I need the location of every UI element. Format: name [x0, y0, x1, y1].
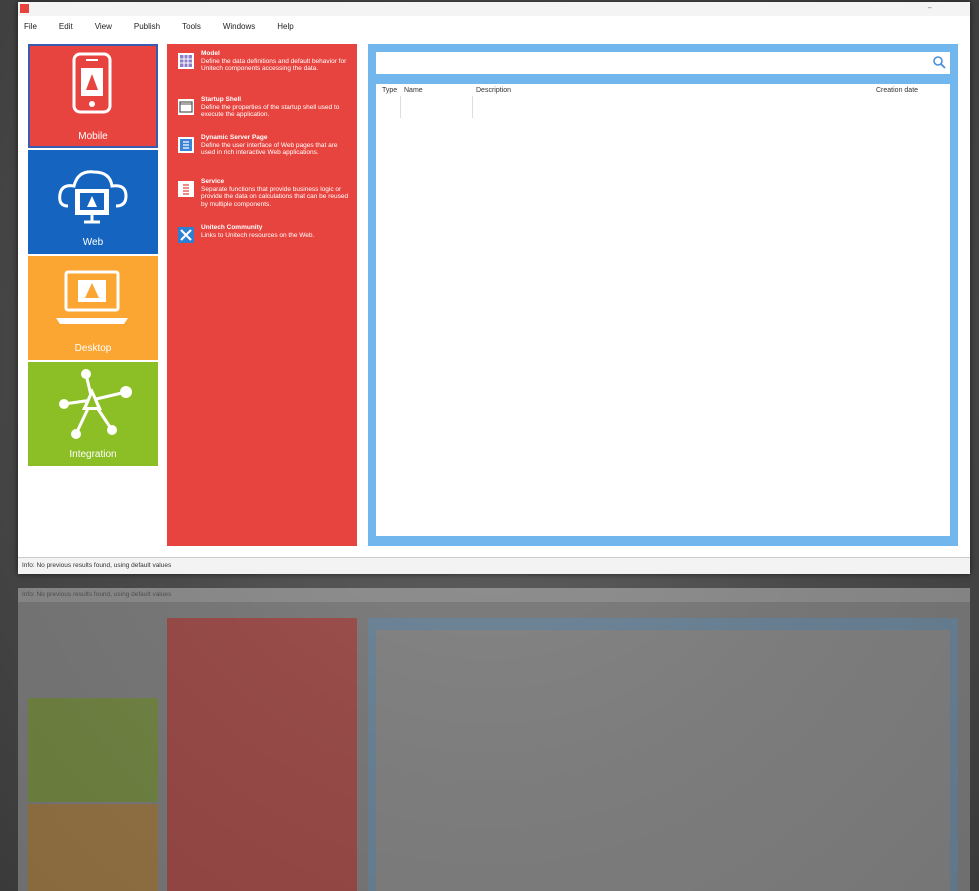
tile-integration[interactable]: Integration: [28, 362, 158, 466]
entry-unitech-community[interactable]: Unitech Community Links to Unitech resou…: [177, 224, 353, 244]
app-logo-icon: [20, 4, 29, 13]
menu-tools[interactable]: Tools: [182, 22, 201, 31]
entry-dsp-desc: Define the user interface of Web pages t…: [201, 141, 338, 157]
menu-file[interactable]: File: [24, 22, 37, 31]
entry-model-desc: Define the data definitions and default …: [201, 57, 347, 73]
dsp-page-icon: [178, 137, 194, 153]
column-description[interactable]: Description: [476, 87, 511, 94]
entry-service-desc: Separate functions that provide business…: [201, 185, 349, 208]
reflection-tile-desktop: [28, 804, 158, 891]
results-panel: Type Name Description Creation date: [368, 44, 958, 546]
model-grid-icon: [178, 53, 194, 69]
column-creation-date[interactable]: Creation date: [876, 87, 918, 94]
window-reflection: Info: No previous results found, using d…: [18, 588, 970, 891]
application-window: – File Edit View Publish Tools Windows H…: [18, 2, 970, 574]
title-bar: –: [18, 2, 970, 16]
entry-startup-shell[interactable]: Startup Shell Define the properties of t…: [177, 96, 353, 119]
column-type[interactable]: Type: [382, 87, 397, 94]
grid-header: Type Name Description Creation date: [376, 84, 950, 96]
entry-community-title: Unitech Community: [201, 224, 263, 231]
entry-dsp-title: Dynamic Server Page: [201, 134, 268, 141]
search-input[interactable]: [376, 52, 950, 74]
status-bar: Info: No previous results found, using d…: [18, 557, 970, 574]
entry-model[interactable]: Model Define the data definitions and de…: [177, 50, 353, 73]
menu-bar: File Edit View Publish Tools Windows Hel…: [18, 16, 970, 36]
reflection-window: [18, 602, 970, 891]
reflection-status-text: Info: No previous results found, using d…: [18, 588, 970, 602]
reflection-blue-panel: [368, 618, 958, 891]
entry-startup-shell-desc: Define the properties of the startup she…: [201, 103, 340, 119]
tile-web-label: Web: [82, 237, 104, 248]
entry-service-title: Service: [201, 178, 225, 185]
entry-dynamic-server-page[interactable]: Dynamic Server Page Define the user inte…: [177, 134, 353, 157]
menu-help[interactable]: Help: [277, 22, 293, 31]
column-divider: [472, 96, 473, 118]
menu-publish[interactable]: Publish: [134, 22, 160, 31]
results-grid[interactable]: Type Name Description Creation date: [376, 84, 950, 536]
entry-community-desc: Links to Unitech resources on the Web.: [201, 231, 315, 239]
service-document-icon: [178, 181, 194, 197]
main-content: Mobile Web Desktop Integration Model Def…: [18, 40, 970, 557]
tile-desktop[interactable]: Desktop: [28, 256, 158, 360]
menu-edit[interactable]: Edit: [59, 22, 73, 31]
tools-icon: [178, 227, 194, 243]
column-divider: [400, 96, 401, 118]
minimize-button[interactable]: –: [928, 3, 933, 13]
reflection-red-panel: [167, 618, 357, 891]
component-list-panel: Model Define the data definitions and de…: [167, 44, 357, 546]
reflection-tile-integration: [28, 698, 158, 802]
entry-service[interactable]: Service Separate functions that provide …: [177, 178, 353, 208]
reflection-grid: [376, 630, 950, 891]
tile-web[interactable]: Web: [28, 150, 158, 254]
entry-model-title: Model: [201, 50, 220, 57]
menu-windows[interactable]: Windows: [223, 22, 255, 31]
column-name[interactable]: Name: [404, 87, 423, 94]
search-icon[interactable]: [932, 55, 946, 69]
tile-mobile[interactable]: Mobile: [28, 44, 158, 148]
entry-startup-shell-title: Startup Shell: [201, 96, 242, 103]
tile-mobile-label: Mobile: [78, 131, 108, 142]
window-frame-icon: [178, 99, 194, 115]
tile-integration-label: Integration: [69, 449, 117, 460]
menu-view[interactable]: View: [95, 22, 112, 31]
tile-desktop-label: Desktop: [74, 343, 112, 354]
